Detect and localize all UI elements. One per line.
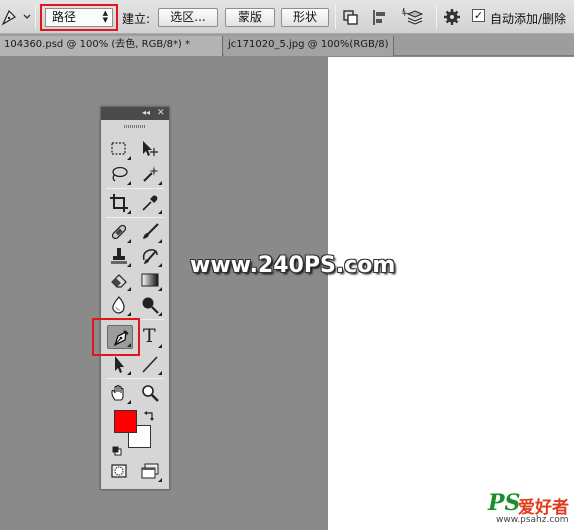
zoom-tool[interactable] — [137, 381, 163, 405]
tab-label: 104360.psd @ 100% (去色, RGB/8*) * — [4, 39, 191, 50]
divider — [436, 5, 437, 29]
crop-icon — [110, 194, 128, 212]
divider — [106, 217, 164, 218]
path-arrangement-icon[interactable]: + — [400, 7, 424, 27]
eyedropper-tool[interactable] — [137, 191, 163, 215]
path-selection-tool[interactable] — [106, 352, 132, 376]
auto-add-delete-checkbox[interactable]: ✓ — [472, 9, 485, 22]
type-icon: T — [143, 325, 156, 347]
document-tab[interactable]: jc171020_5.jpg @ 100%(RGB/8) — [224, 36, 394, 56]
marquee-icon — [111, 142, 126, 155]
path-selection-arrow-icon — [115, 356, 124, 373]
make-selection-button[interactable]: 选区... — [158, 8, 218, 27]
document-tab-active[interactable]: 104360.psd @ 100% (去色, RGB/8*) * — [0, 36, 223, 56]
foreground-color-swatch[interactable] — [114, 410, 137, 433]
divider — [335, 5, 336, 29]
pen-tool[interactable] — [107, 325, 133, 349]
divider — [106, 378, 164, 379]
history-brush-icon — [142, 249, 158, 264]
make-label: 建立: — [122, 12, 151, 26]
divider — [106, 188, 164, 189]
document-canvas[interactable] — [328, 57, 574, 530]
line-tool[interactable] — [137, 352, 163, 376]
close-icon[interactable]: ✕ — [157, 107, 165, 119]
dodge-icon — [142, 297, 159, 314]
path-alignment-icon[interactable] — [371, 8, 391, 27]
make-shape-button[interactable]: 形状 — [281, 8, 329, 27]
tools-panel: ◂◂ ✕ T — [92, 106, 170, 490]
hand-tool[interactable] — [106, 381, 132, 405]
panel-grip[interactable] — [124, 125, 146, 128]
gradient-icon — [141, 273, 159, 287]
default-colors-icon[interactable] — [112, 441, 122, 456]
pen-icon — [1, 9, 31, 26]
panel-header[interactable]: ◂◂ ✕ — [101, 107, 169, 120]
options-bar: 路径 ▲ ▼ 建立: 选区... 蒙版 形状 + ✓ 自动添加/删除 — [0, 0, 574, 34]
type-tool[interactable]: T — [137, 325, 163, 349]
hand-icon — [111, 384, 124, 401]
brush-tool[interactable] — [137, 220, 163, 244]
quick-mask-icon — [111, 464, 127, 478]
magic-wand-tool[interactable] — [137, 162, 163, 186]
healing-brush-tool[interactable] — [106, 220, 132, 244]
screen-mode-button[interactable] — [137, 459, 163, 483]
screen-mode-icon — [141, 463, 159, 479]
logo-ps: PS — [488, 490, 521, 516]
marquee-tool[interactable] — [106, 137, 132, 161]
brush-icon — [143, 223, 159, 239]
auto-add-delete-label: 自动添加/删除 — [490, 12, 567, 26]
collapse-icon[interactable]: ◂◂ — [142, 107, 150, 119]
eraser-icon — [111, 274, 127, 288]
gradient-tool[interactable] — [137, 268, 163, 292]
watermark-url: www.240PS.com — [190, 253, 396, 278]
bandage-icon — [111, 224, 127, 240]
move-icon — [143, 141, 158, 156]
clone-stamp-tool[interactable] — [106, 244, 132, 268]
move-tool[interactable] — [137, 137, 163, 161]
path-operations-icon[interactable] — [341, 8, 361, 27]
divider — [35, 5, 36, 29]
logo-url: www.psahz.com — [496, 515, 569, 525]
blur-tool[interactable] — [106, 293, 132, 317]
swap-colors-icon[interactable] — [144, 407, 155, 421]
line-icon — [142, 356, 158, 373]
tool-preset-picker[interactable] — [0, 5, 34, 29]
stamp-icon — [111, 248, 127, 264]
magic-wand-icon — [143, 166, 159, 182]
lasso-icon — [112, 166, 128, 182]
lasso-tool[interactable] — [106, 162, 132, 186]
site-logo: PS 爱好者 www.psahz.com — [488, 490, 572, 528]
updown-arrows-icon: ▲ ▼ — [102, 9, 108, 24]
magnifier-icon — [142, 385, 159, 402]
path-mode-value: 路径 — [52, 10, 77, 24]
path-mode-select[interactable]: 路径 ▲ ▼ — [45, 8, 113, 27]
make-mask-button[interactable]: 蒙版 — [225, 8, 275, 27]
gear-icon[interactable] — [443, 8, 463, 27]
eyedropper-icon — [142, 195, 158, 211]
crop-tool[interactable] — [106, 191, 132, 215]
document-tab-bar: 104360.psd @ 100% (去色, RGB/8*) * jc17102… — [0, 34, 574, 56]
eraser-tool[interactable] — [106, 268, 132, 292]
quick-mask-button[interactable] — [106, 459, 132, 483]
tab-label: jc171020_5.jpg @ 100%(RGB/8) — [228, 39, 389, 50]
history-brush-tool[interactable] — [137, 244, 163, 268]
blur-drop-icon — [112, 296, 125, 314]
dodge-tool[interactable] — [137, 293, 163, 317]
